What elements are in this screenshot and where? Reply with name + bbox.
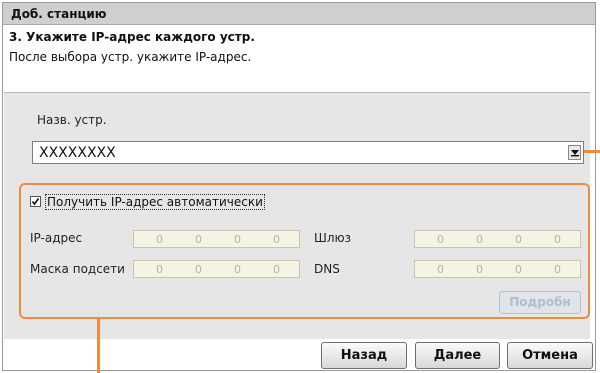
subnet-mask-label: Маска подсети [30,262,125,276]
device-name-select[interactable]: XXXXXXXX [32,141,584,164]
device-name-value: XXXXXXXX [39,145,116,161]
apply-button[interactable]: Подробн [499,291,581,314]
cancel-button[interactable]: Отмена [507,342,593,369]
back-button[interactable]: Назад [321,342,407,369]
dns-input[interactable]: 0 0 0 0 [414,260,581,278]
ip-octet-2: 0 [195,233,202,246]
mask-octet-4: 0 [273,263,280,276]
auto-ip-checkbox[interactable] [30,196,41,207]
device-name-label: Назв. устр. [37,113,107,127]
mask-octet-1: 0 [156,263,163,276]
gateway-octet-2: 0 [476,233,483,246]
title-bar: Доб. станцию [3,3,595,25]
ip-octet-3: 0 [234,233,241,246]
gateway-octet-4: 0 [554,233,561,246]
gateway-input[interactable]: 0 0 0 0 [414,230,581,248]
next-button[interactable]: Далее [415,342,500,369]
dropdown-button[interactable] [568,145,581,160]
ip-octet-4: 0 [273,233,280,246]
window-title: Доб. станцию [11,7,107,21]
checkmark-icon [31,198,40,206]
dns-label: DNS [314,262,340,276]
dns-octet-2: 0 [476,263,483,276]
gateway-label: Шлюз [314,231,351,245]
chevron-down-icon [571,150,579,157]
dns-octet-3: 0 [515,263,522,276]
gateway-octet-3: 0 [515,233,522,246]
mask-octet-3: 0 [234,263,241,276]
callout-line-dropdown [584,150,600,153]
gateway-octet-1: 0 [437,233,444,246]
ip-address-label: IP-адрес [30,231,83,245]
subnet-mask-input[interactable]: 0 0 0 0 [133,260,300,278]
dns-octet-4: 0 [554,263,561,276]
auto-ip-label[interactable]: Получить IP-адрес автоматически [45,194,265,210]
ip-octet-1: 0 [156,233,163,246]
step-title: 3. Укажите IP-адрес каждого устр. [9,30,255,44]
callout-line-group [97,318,100,373]
dns-octet-1: 0 [437,263,444,276]
step-description: После выбора устр. укажите IP-адрес. [9,50,252,64]
ip-address-input[interactable]: 0 0 0 0 [133,230,300,248]
mask-octet-2: 0 [195,263,202,276]
